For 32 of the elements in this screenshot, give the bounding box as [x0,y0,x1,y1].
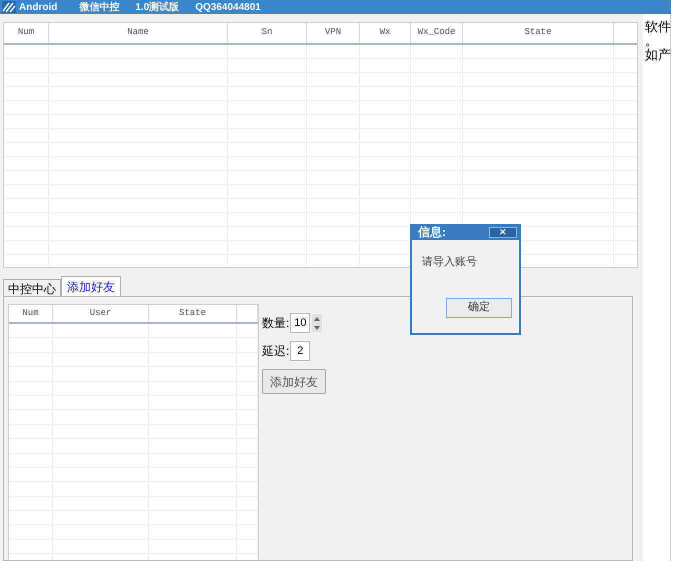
quantity-label: 数量: [262,315,290,332]
quantity-field[interactable]: 10 [290,313,310,333]
ok-button[interactable]: 确定 [446,298,512,318]
column-header: Num [18,26,34,40]
column-header: User [90,306,112,320]
add-friend-button[interactable]: 添加好友 [262,369,326,394]
tab[interactable]: 中控中心 [3,279,61,296]
column-header: Sn [262,26,272,40]
up-arrow-icon [314,316,320,320]
down-arrow-icon [314,326,320,330]
delay-field[interactable]: 2 [290,341,310,361]
side-text: 。 [645,34,658,48]
column-header: Num [22,306,39,320]
window-title: QQ364044801 [195,0,261,14]
column-header: Wx_Code [418,26,456,40]
side-text: 如产 [645,48,670,62]
dialog-message: 请导入账号 [422,255,478,270]
app-name: Android [19,0,58,14]
delay-label: 延迟: [262,343,290,360]
close-button[interactable]: ✕ [489,226,517,238]
spinner-buttons[interactable] [312,314,322,332]
dialog-title: 信息: [418,224,446,241]
column-header: State [524,26,552,40]
column-header: Wx [380,26,390,40]
app-icon [2,1,16,13]
column-header: VPN [324,26,342,40]
side-text: 软件 [645,20,670,34]
window-title: 1.0测试版 [135,0,180,14]
column-header: State [178,306,206,320]
window-title: 微信中控 [79,0,120,14]
tab[interactable]: 添加好友 [61,276,121,296]
column-header: Name [127,26,149,40]
